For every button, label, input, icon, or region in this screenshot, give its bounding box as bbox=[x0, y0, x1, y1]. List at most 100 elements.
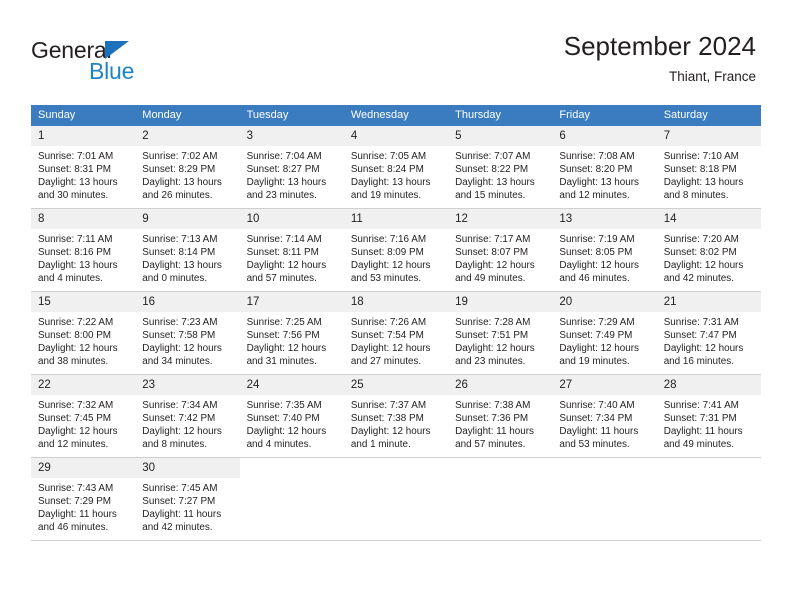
day-cell-inner: 12 Sunrise: 7:17 AM Sunset: 8:07 PM Dayligh… bbox=[448, 209, 553, 291]
calendar-day-cell[interactable]: 10 Sunrise: 7:14 AM Sunset: 8:11 PM Dayligh… bbox=[239, 208, 344, 292]
weekday-header-thursday: Thursday bbox=[448, 105, 553, 126]
day-details: Sunrise: 7:07 AM Sunset: 8:22 PM Daylight:… bbox=[448, 146, 552, 202]
calendar-day-cell[interactable]: 22 Sunrise: 7:32 AM Sunset: 7:45 PM Dayligh… bbox=[31, 374, 136, 458]
day-details bbox=[344, 478, 448, 482]
sunrise-text: Sunrise: 7:38 AM bbox=[455, 400, 531, 411]
daylight-text-line1: Daylight: 13 hours bbox=[246, 177, 327, 189]
calendar-day-cell[interactable]: 24 Sunrise: 7:35 AM Sunset: 7:40 PM Dayligh… bbox=[239, 374, 344, 458]
daylight-text-line1: Daylight: 13 hours bbox=[38, 177, 118, 189]
sunset-text: Sunset: 8:07 PM bbox=[455, 247, 529, 259]
daylight-text-line1: Daylight: 12 hours bbox=[559, 260, 639, 272]
daylight-text-line2: and 23 minutes. bbox=[455, 356, 526, 368]
day-details: Sunrise: 7:34 AM Sunset: 7:42 PM Daylight:… bbox=[135, 395, 239, 451]
sunset-text: Sunset: 8:14 PM bbox=[142, 247, 216, 259]
calendar-day-cell[interactable]: 25 Sunrise: 7:37 AM Sunset: 7:38 PM Dayligh… bbox=[343, 374, 449, 458]
day-number: 1 bbox=[31, 126, 136, 146]
day-cell-inner: 18 Sunrise: 7:26 AM Sunset: 7:54 PM Dayligh… bbox=[343, 292, 449, 374]
daylight-text-line1: Daylight: 12 hours bbox=[38, 426, 118, 438]
day-details: Sunrise: 7:28 AM Sunset: 7:51 PM Daylight:… bbox=[448, 312, 552, 368]
day-details: Sunrise: 7:16 AM Sunset: 8:09 PM Daylight:… bbox=[344, 229, 448, 285]
calendar-day-cell[interactable]: 21 Sunrise: 7:31 AM Sunset: 7:47 PM Dayligh… bbox=[656, 291, 761, 375]
day-details: Sunrise: 7:32 AM Sunset: 7:45 PM Daylight:… bbox=[31, 395, 135, 451]
title-block: September 2024 Thiant, France bbox=[564, 30, 756, 86]
calendar-day-cell[interactable]: 7 Sunrise: 7:10 AM Sunset: 8:18 PM Daylight… bbox=[656, 126, 761, 209]
daylight-text-line1: Daylight: 13 hours bbox=[142, 177, 222, 189]
sunrise-text: Sunrise: 7:19 AM bbox=[559, 234, 635, 245]
day-cell-inner: 6 Sunrise: 7:08 AM Sunset: 8:20 PM Daylight… bbox=[552, 126, 657, 208]
sunset-text: Sunset: 7:56 PM bbox=[246, 330, 320, 342]
sunset-text: Sunset: 8:22 PM bbox=[455, 164, 529, 176]
calendar-day-cell[interactable]: 11 Sunrise: 7:16 AM Sunset: 8:09 PM Dayligh… bbox=[343, 208, 449, 292]
day-details: Sunrise: 7:08 AM Sunset: 8:20 PM Daylight:… bbox=[552, 146, 656, 202]
calendar-day-cell[interactable]: 8 Sunrise: 7:11 AM Sunset: 8:16 PM Daylight… bbox=[31, 208, 136, 292]
day-details: Sunrise: 7:45 AM Sunset: 7:27 PM Daylight:… bbox=[135, 478, 239, 534]
day-details: Sunrise: 7:20 AM Sunset: 8:02 PM Daylight:… bbox=[657, 229, 761, 285]
sunrise-text: Sunrise: 7:14 AM bbox=[246, 234, 322, 245]
sunrise-text: Sunrise: 7:23 AM bbox=[142, 317, 218, 328]
day-cell-inner bbox=[239, 458, 344, 540]
sunrise-text: Sunrise: 7:25 AM bbox=[246, 317, 322, 328]
sunset-text: Sunset: 8:16 PM bbox=[38, 247, 112, 259]
calendar-day-cell[interactable]: 14 Sunrise: 7:20 AM Sunset: 8:02 PM Dayligh… bbox=[656, 208, 761, 292]
day-details: Sunrise: 7:22 AM Sunset: 8:00 PM Daylight:… bbox=[31, 312, 135, 368]
daylight-text-line2: and 49 minutes. bbox=[455, 273, 526, 285]
day-details: Sunrise: 7:02 AM Sunset: 8:29 PM Daylight:… bbox=[135, 146, 239, 202]
calendar-day-cell[interactable]: 13 Sunrise: 7:19 AM Sunset: 8:05 PM Dayligh… bbox=[552, 208, 657, 292]
calendar-day-cell[interactable]: 6 Sunrise: 7:08 AM Sunset: 8:20 PM Daylight… bbox=[552, 126, 657, 209]
day-number: 5 bbox=[448, 126, 553, 146]
day-details: Sunrise: 7:05 AM Sunset: 8:24 PM Daylight:… bbox=[344, 146, 448, 202]
day-number: 21 bbox=[656, 292, 761, 312]
calendar-day-cell[interactable]: 2 Sunrise: 7:02 AM Sunset: 8:29 PM Daylight… bbox=[135, 126, 240, 209]
calendar-day-cell[interactable]: 3 Sunrise: 7:04 AM Sunset: 8:27 PM Daylight… bbox=[239, 126, 344, 209]
day-number: 27 bbox=[552, 375, 657, 395]
daylight-text-line2: and 1 minute. bbox=[350, 439, 411, 451]
day-number: 30 bbox=[135, 458, 240, 478]
daylight-text-line1: Daylight: 12 hours bbox=[246, 260, 327, 272]
calendar-day-cell[interactable]: 17 Sunrise: 7:25 AM Sunset: 7:56 PM Dayligh… bbox=[239, 291, 344, 375]
daylight-text-line2: and 46 minutes. bbox=[38, 522, 109, 534]
day-details: Sunrise: 7:01 AM Sunset: 8:31 PM Daylight:… bbox=[31, 146, 135, 202]
day-cell-inner: 3 Sunrise: 7:04 AM Sunset: 8:27 PM Daylight… bbox=[239, 126, 344, 208]
calendar-day-cell[interactable]: 23 Sunrise: 7:34 AM Sunset: 7:42 PM Dayligh… bbox=[135, 374, 240, 458]
calendar-day-cell[interactable]: 18 Sunrise: 7:26 AM Sunset: 7:54 PM Dayligh… bbox=[343, 291, 449, 375]
daylight-text-line1: Daylight: 13 hours bbox=[559, 177, 639, 189]
sunset-text: Sunset: 7:29 PM bbox=[38, 496, 112, 508]
sunset-text: Sunset: 8:18 PM bbox=[663, 164, 737, 176]
calendar-day-cell[interactable]: 1 Sunrise: 7:01 AM Sunset: 8:31 PM Daylight… bbox=[31, 126, 136, 209]
calendar-day-cell-empty bbox=[448, 457, 553, 541]
calendar-day-cell[interactable]: 4 Sunrise: 7:05 AM Sunset: 8:24 PM Daylight… bbox=[343, 126, 449, 209]
daylight-text-line1: Daylight: 13 hours bbox=[455, 177, 535, 189]
calendar-body: 1 Sunrise: 7:01 AM Sunset: 8:31 PM Daylight… bbox=[31, 126, 761, 541]
day-cell-inner bbox=[448, 458, 553, 540]
day-details: Sunrise: 7:10 AM Sunset: 8:18 PM Daylight:… bbox=[657, 146, 761, 202]
sunrise-text: Sunrise: 7:13 AM bbox=[142, 234, 218, 245]
day-number bbox=[448, 458, 553, 478]
calendar-day-cell[interactable]: 5 Sunrise: 7:07 AM Sunset: 8:22 PM Daylight… bbox=[448, 126, 553, 209]
day-number: 20 bbox=[552, 292, 657, 312]
day-cell-inner bbox=[343, 458, 449, 540]
day-cell-inner: 5 Sunrise: 7:07 AM Sunset: 8:22 PM Daylight… bbox=[448, 126, 553, 208]
day-number: 6 bbox=[552, 126, 657, 146]
sunrise-text: Sunrise: 7:43 AM bbox=[38, 483, 114, 494]
day-cell-inner: 21 Sunrise: 7:31 AM Sunset: 7:47 PM Dayligh… bbox=[656, 292, 761, 374]
calendar-day-cell[interactable]: 26 Sunrise: 7:38 AM Sunset: 7:36 PM Dayligh… bbox=[448, 374, 553, 458]
sunrise-text: Sunrise: 7:41 AM bbox=[663, 400, 739, 411]
daylight-text-line2: and 4 minutes. bbox=[246, 439, 312, 451]
day-number: 17 bbox=[239, 292, 344, 312]
calendar-day-cell[interactable]: 29 Sunrise: 7:43 AM Sunset: 7:29 PM Dayligh… bbox=[31, 457, 136, 541]
daylight-text-line2: and 8 minutes. bbox=[142, 439, 208, 451]
general-blue-logo[interactable]: General Blue bbox=[31, 37, 191, 84]
calendar-day-cell[interactable]: 27 Sunrise: 7:40 AM Sunset: 7:34 PM Dayligh… bbox=[552, 374, 657, 458]
calendar-day-cell[interactable]: 20 Sunrise: 7:29 AM Sunset: 7:49 PM Dayligh… bbox=[552, 291, 657, 375]
calendar-day-cell[interactable]: 30 Sunrise: 7:45 AM Sunset: 7:27 PM Dayligh… bbox=[135, 457, 240, 541]
daylight-text-line1: Daylight: 12 hours bbox=[246, 426, 327, 438]
calendar-day-cell[interactable]: 9 Sunrise: 7:13 AM Sunset: 8:14 PM Daylight… bbox=[135, 208, 240, 292]
calendar-day-cell[interactable]: 12 Sunrise: 7:17 AM Sunset: 8:07 PM Dayligh… bbox=[448, 208, 553, 292]
calendar-day-cell[interactable]: 16 Sunrise: 7:23 AM Sunset: 7:58 PM Dayligh… bbox=[135, 291, 240, 375]
calendar-day-cell[interactable]: 28 Sunrise: 7:41 AM Sunset: 7:31 PM Dayligh… bbox=[656, 374, 761, 458]
calendar-day-cell[interactable]: 19 Sunrise: 7:28 AM Sunset: 7:51 PM Dayligh… bbox=[448, 291, 553, 375]
day-details: Sunrise: 7:43 AM Sunset: 7:29 PM Daylight:… bbox=[31, 478, 135, 534]
daylight-text-line1: Daylight: 12 hours bbox=[455, 260, 535, 272]
day-cell-inner bbox=[656, 458, 761, 540]
calendar-day-cell[interactable]: 15 Sunrise: 7:22 AM Sunset: 8:00 PM Dayligh… bbox=[31, 291, 136, 375]
